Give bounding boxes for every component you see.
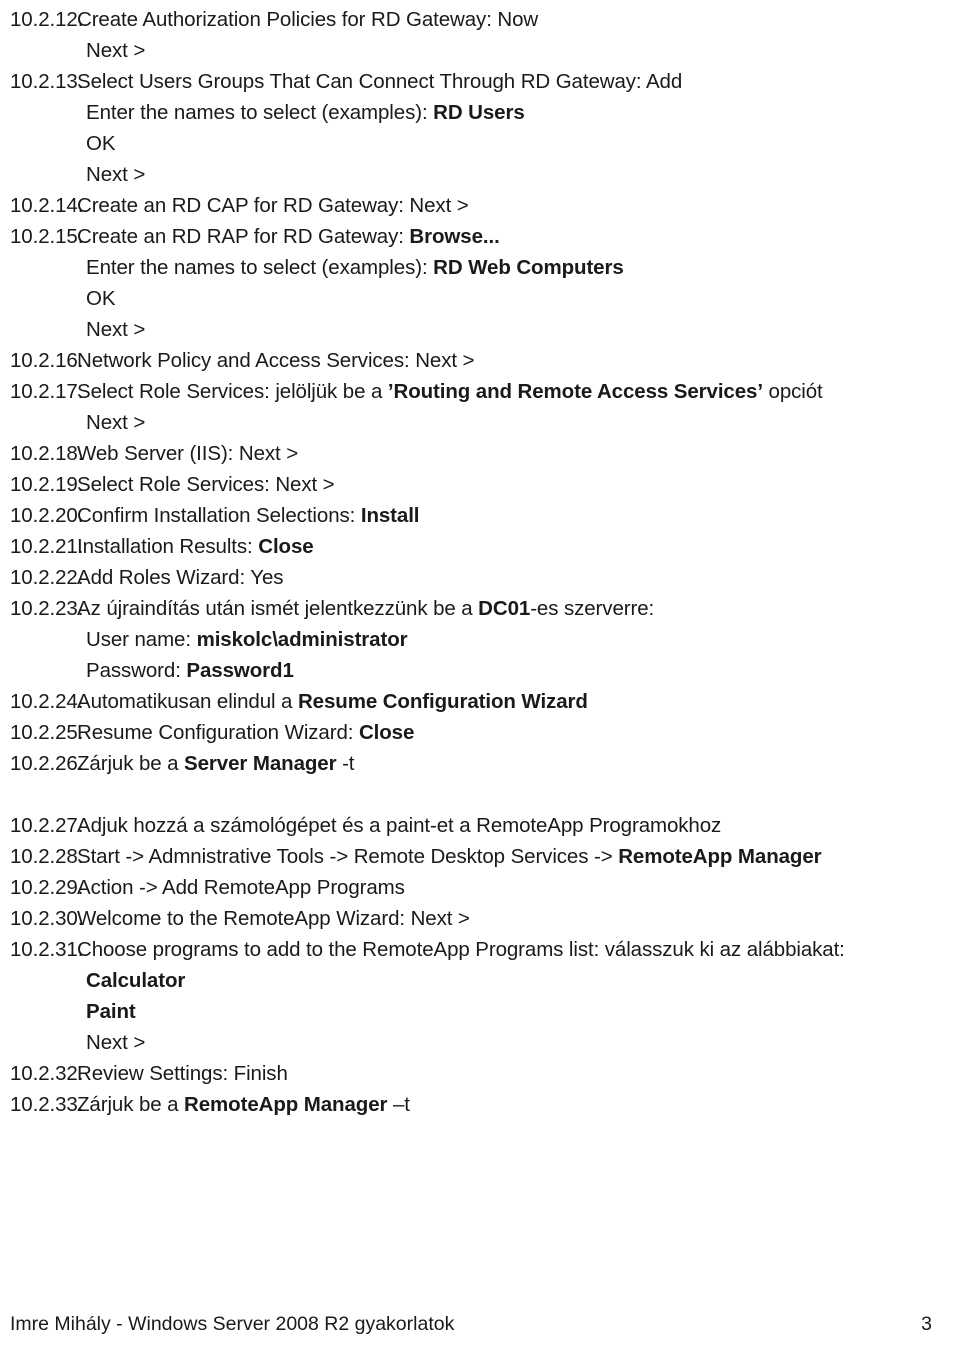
list-item-text: Create Authorization Policies for RD Gat… <box>77 8 539 31</box>
list-item-number: 10.2.31. <box>10 938 84 961</box>
list-item-number: 10.2.15. <box>10 225 84 248</box>
list-item-text: Create an RD CAP for RD Gateway: Next > <box>77 194 469 217</box>
list-item-text: Adjuk hozzá a számológépet és a paint-et… <box>77 814 722 837</box>
list-item-number: 10.2.20. <box>10 504 84 527</box>
list-item-number: 10.2.24. <box>10 690 84 713</box>
list-item-number: 10.2.16. <box>10 349 84 372</box>
list-item-number: 10.2.12. <box>10 8 84 31</box>
list-item: 10.2.13. Select Users Groups That Can Con… <box>0 66 960 97</box>
list-item: 10.2.23. Az újraindítás után ismét jelent… <box>0 593 960 624</box>
list-item: 10.2.24. Automatikusan elindul a Resume C… <box>0 686 960 717</box>
list-item-text: Network Policy and Access Services: Next… <box>77 349 475 372</box>
list-item: 10.2.12. Create Authorization Policies fo… <box>0 4 960 35</box>
list-item-number: 10.2.22. <box>10 566 84 589</box>
list-item: 10.2.32. Review Settings: Finish <box>0 1058 960 1089</box>
list-item: 10.2.15. Create an RD RAP for RD Gateway:… <box>0 221 960 252</box>
list-item-text: Action -> Add RemoteApp Programs <box>77 876 405 899</box>
list-item: 10.2.16. Network Policy and Access Servic… <box>0 345 960 376</box>
list-item-subline: Next > <box>86 163 146 186</box>
procedure-list: 10.2.12. Create Authorization Policies fo… <box>0 4 960 1120</box>
list-item-number: 10.2.17. <box>10 380 84 403</box>
list-item-number: 10.2.30. <box>10 907 84 930</box>
list-item: 10.2.29. Action -> Add RemoteApp Programs <box>0 872 960 903</box>
list-item-subline: User name: miskolc\administrator <box>86 628 408 651</box>
list-item-subline: Next > <box>86 1031 146 1054</box>
page-footer: Imre Mihály - Windows Server 2008 R2 gya… <box>0 1310 960 1338</box>
list-item-text: Zárjuk be a Server Manager -t <box>77 752 355 775</box>
list-item: 10.2.26. Zárjuk be a Server Manager -t <box>0 748 960 779</box>
list-item-text: Automatikusan elindul a Resume Configura… <box>77 690 588 713</box>
list-item-number: 10.2.32. <box>10 1062 84 1085</box>
list-item-subline: Password: Password1 <box>86 659 294 682</box>
list-item-number: 10.2.28. <box>10 845 84 868</box>
list-item-subline: OK <box>86 287 116 310</box>
list-item-text: Zárjuk be a RemoteApp Manager –t <box>77 1093 410 1116</box>
list-item: 10.2.21. Installation Results: Close <box>0 531 960 562</box>
list-item: 10.2.25. Resume Configuration Wizard: Clo… <box>0 717 960 748</box>
list-item-number: 10.2.27. <box>10 814 84 837</box>
list-item-subline: OK <box>86 132 116 155</box>
list-item-text: Create an RD RAP for RD Gateway: Browse.… <box>77 225 500 248</box>
list-item-number: 10.2.18. <box>10 442 84 465</box>
list-item-text: Select Users Groups That Can Connect Thr… <box>77 70 683 93</box>
list-item-subline: Next > <box>86 411 146 434</box>
list-item-number: 10.2.23. <box>10 597 84 620</box>
list-item-text: Resume Configuration Wizard: Close <box>77 721 415 744</box>
footer-author-text: Imre Mihály - Windows Server 2008 R2 gya… <box>10 1312 455 1335</box>
list-item-text: Start -> Admnistrative Tools -> Remote D… <box>77 845 822 868</box>
list-item-text: Review Settings: Finish <box>77 1062 288 1085</box>
list-item-number: 10.2.25. <box>10 721 84 744</box>
list-item-number: 10.2.19. <box>10 473 84 496</box>
list-item-text: Web Server (IIS): Next > <box>77 442 299 465</box>
list-item: 10.2.22. Add Roles Wizard: Yes <box>0 562 960 593</box>
list-item: 10.2.18. Web Server (IIS): Next > <box>0 438 960 469</box>
list-item-text: Installation Results: Close <box>77 535 314 558</box>
list-item: 10.2.33. Zárjuk be a RemoteApp Manager –t <box>0 1089 960 1120</box>
list-item-number: 10.2.29. <box>10 876 84 899</box>
list-item: 10.2.31. Choose programs to add to the Re… <box>0 934 960 965</box>
list-item: 10.2.19. Select Role Services: Next > <box>0 469 960 500</box>
list-item-subline: Paint <box>86 1000 136 1023</box>
footer-page-number: 3 <box>921 1312 932 1335</box>
list-item-text: Select Role Services: Next > <box>77 473 335 496</box>
list-item-text: Choose programs to add to the RemoteApp … <box>77 938 845 961</box>
list-item-text: Az újraindítás után ismét jelentkezzünk … <box>77 597 655 620</box>
list-item: 10.2.17. Select Role Services: jelöljük b… <box>0 376 960 407</box>
list-item: 10.2.27. Adjuk hozzá a számológépet és a … <box>0 810 960 841</box>
list-item: 10.2.20. Confirm Installation Selections:… <box>0 500 960 531</box>
list-item-subline: Next > <box>86 39 146 62</box>
list-item-subline: Enter the names to select (examples): RD… <box>86 101 525 124</box>
document-page: 10.2.12. Create Authorization Policies fo… <box>0 0 960 1352</box>
list-item: 10.2.30. Welcome to the RemoteApp Wizard:… <box>0 903 960 934</box>
list-item-subline: Next > <box>86 318 146 341</box>
list-item-text: Welcome to the RemoteApp Wizard: Next > <box>77 907 470 930</box>
list-item-number: 10.2.26. <box>10 752 84 775</box>
list-item-number: 10.2.21. <box>10 535 84 558</box>
list-item-number: 10.2.33. <box>10 1093 84 1116</box>
list-item-subline: Calculator <box>86 969 186 992</box>
list-item-text: Add Roles Wizard: Yes <box>77 566 284 589</box>
list-item-text: Select Role Services: jelöljük be a ’Rou… <box>77 380 823 403</box>
list-item-text: Confirm Installation Selections: Install <box>77 504 420 527</box>
list-item-number: 10.2.13. <box>10 70 84 93</box>
list-item-subline: Enter the names to select (examples): RD… <box>86 256 624 279</box>
list-item: 10.2.14. Create an RD CAP for RD Gateway:… <box>0 190 960 221</box>
list-item-number: 10.2.14. <box>10 194 84 217</box>
list-item: 10.2.28. Start -> Admnistrative Tools -> … <box>0 841 960 872</box>
